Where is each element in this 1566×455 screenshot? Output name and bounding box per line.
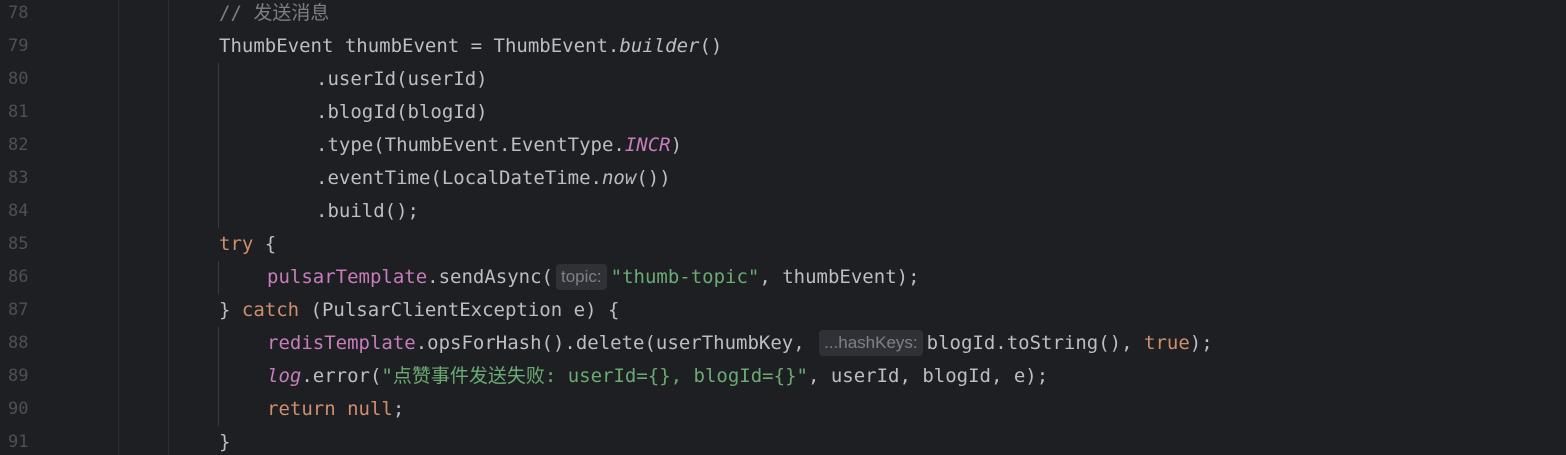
- code-token: .build();: [316, 200, 419, 222]
- code-line[interactable]: 88 redisTemplate.opsForHash().delete(user…: [0, 327, 1550, 360]
- code-editor[interactable]: 78 // 发送消息 79 ThumbEvent thumbEvent = Thumb…: [0, 0, 1566, 455]
- parameter-hint: ...hashKeys:: [819, 330, 923, 356]
- code-text[interactable]: .userId(userId): [316, 63, 488, 96]
- line-number: 84: [8, 201, 29, 221]
- line-number: 89: [8, 366, 29, 386]
- code-token: null: [347, 398, 393, 420]
- code-line[interactable]: 83 .eventTime(LocalDateTime.now()): [0, 162, 1550, 195]
- code-token: true: [1144, 332, 1190, 354]
- code-text[interactable]: redisTemplate.opsForHash().delete(userTh…: [267, 327, 1213, 360]
- code-token: .eventTime(LocalDateTime.: [316, 167, 602, 189]
- code-line[interactable]: 82 .type(ThumbEvent.EventType.INCR): [0, 129, 1550, 162]
- code-text[interactable]: .eventTime(LocalDateTime.now()): [316, 162, 671, 195]
- code-text[interactable]: .type(ThumbEvent.EventType.INCR): [316, 129, 682, 162]
- code-line[interactable]: 78 // 发送消息: [0, 0, 1550, 30]
- line-number: 86: [8, 267, 29, 287]
- code-token: log: [267, 365, 302, 387]
- code-line[interactable]: 84 .build();: [0, 195, 1550, 228]
- code-line[interactable]: 91}: [0, 426, 1550, 455]
- code-token: (): [699, 35, 723, 57]
- code-token: INCR: [624, 134, 671, 156]
- code-text[interactable]: pulsarTemplate.sendAsync(topic: "thumb-to…: [267, 261, 920, 294]
- code-token: .type(ThumbEvent.EventType.: [316, 134, 625, 156]
- code-token: pulsarTemplate: [267, 266, 428, 288]
- code-token: ()): [636, 167, 671, 189]
- code-text[interactable]: .blogId(blogId): [316, 96, 488, 129]
- code-text[interactable]: try {: [219, 228, 276, 261]
- code-token: }: [219, 431, 231, 453]
- line-number: 82: [8, 135, 29, 155]
- line-number: 81: [8, 102, 29, 122]
- code-text[interactable]: .build();: [316, 195, 419, 228]
- code-text[interactable]: }: [219, 426, 230, 455]
- code-line[interactable]: 85 try {: [0, 228, 1550, 261]
- line-number: 88: [8, 333, 29, 353]
- code-token: );: [1189, 332, 1213, 354]
- code-line[interactable]: 81 .blogId(blogId): [0, 96, 1550, 129]
- code-token: , thumbEvent);: [759, 266, 920, 288]
- line-number: 78: [8, 3, 29, 23]
- parameter-hint: topic:: [556, 264, 607, 290]
- line-number: 80: [8, 69, 29, 89]
- code-line[interactable]: 90 return null;: [0, 393, 1550, 426]
- code-token: blogId.toString(),: [926, 332, 1144, 354]
- code-line[interactable]: 79 ThumbEvent thumbEvent = ThumbEvent.bui…: [0, 30, 1550, 63]
- code-text[interactable]: } catch (PulsarClientException e) {: [219, 294, 619, 327]
- code-line[interactable]: 87} catch (PulsarClientException e) {: [0, 294, 1550, 327]
- code-token: ;: [392, 398, 405, 420]
- code-token: (PulsarClientException e) {: [299, 299, 620, 321]
- code-token: "thumb-topic": [610, 266, 760, 288]
- code-token: , userId, blogId, e);: [807, 365, 1049, 387]
- line-number: 79: [8, 36, 29, 56]
- line-number: 91: [8, 432, 29, 452]
- line-number: 83: [8, 168, 29, 188]
- code-text[interactable]: return null;: [267, 393, 404, 426]
- code-token: redisTemplate: [267, 332, 416, 354]
- line-number: 85: [8, 234, 29, 254]
- code-token: catch: [241, 299, 300, 321]
- code-token: "点赞事件发送失败: userId={}, blogId={}": [381, 365, 808, 387]
- code-token: return: [267, 398, 336, 420]
- code-token: // 发送消息: [219, 2, 330, 24]
- code-line[interactable]: 89 log.error("点赞事件发送失败: userId={}, blogId…: [0, 360, 1550, 393]
- code-token: {: [253, 233, 277, 255]
- code-token: .error(: [301, 365, 382, 387]
- code-token: .blogId(blogId): [316, 101, 488, 123]
- code-line[interactable]: 86 pulsarTemplate.sendAsync(topic: "thumb-…: [0, 261, 1550, 294]
- code-text[interactable]: ThumbEvent thumbEvent = ThumbEvent.build…: [219, 30, 722, 63]
- code-text[interactable]: // 发送消息: [219, 0, 329, 30]
- code-line[interactable]: 80 .userId(userId): [0, 63, 1550, 96]
- code-token: try: [219, 233, 254, 255]
- code-token: ThumbEvent thumbEvent = ThumbEvent.: [219, 35, 620, 57]
- code-token: .userId(userId): [316, 68, 488, 90]
- code-text[interactable]: log.error("点赞事件发送失败: userId={}, blogId={…: [267, 360, 1048, 393]
- line-number: 87: [8, 300, 29, 320]
- code-token: .opsForHash().delete(userThumbKey,: [415, 332, 817, 354]
- code-token: ): [670, 134, 683, 156]
- vertical-scrollbar[interactable]: [1554, 0, 1566, 455]
- code-token: }: [219, 299, 242, 321]
- code-token: .sendAsync(: [427, 266, 553, 288]
- code-token: builder: [619, 35, 700, 57]
- line-number: 90: [8, 399, 29, 419]
- code-token: now: [601, 167, 637, 189]
